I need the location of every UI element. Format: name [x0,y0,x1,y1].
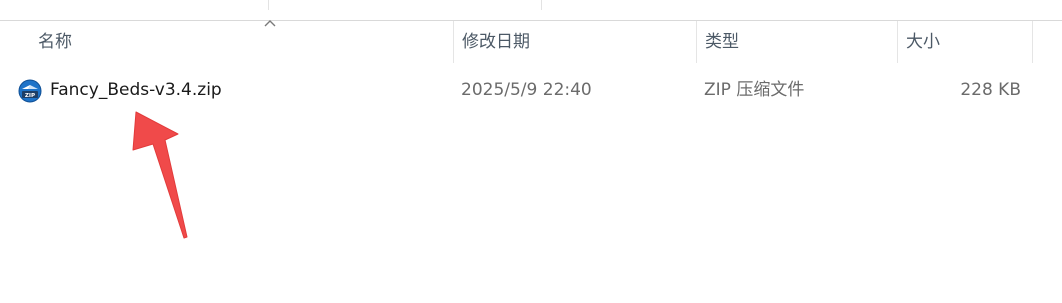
file-modified-cell: 2025/5/9 22:40 [461,80,592,100]
column-header-name-label: 名称 [38,32,72,52]
column-divider[interactable] [1032,21,1033,63]
sort-ascending-icon [264,20,276,27]
toolbar-divider [541,0,542,10]
toolbar-divider [268,0,269,10]
svg-text:ZIP: ZIP [25,93,35,99]
column-header-size-label: 大小 [906,32,940,52]
column-header-type[interactable]: 类型 [697,21,898,63]
column-header-modified-label: 修改日期 [462,32,530,52]
toolbar-strip [0,0,1062,21]
column-header-name[interactable]: 名称 [30,20,454,63]
column-header-bar: 名称 修改日期 类型 大小 [0,20,1062,63]
zip-archive-icon: ZIP [18,79,42,103]
column-header-type-label: 类型 [705,32,739,52]
file-name-label: Fancy_Beds-v3.4.zip [50,80,222,100]
file-explorer-view: 名称 修改日期 类型 大小 ZIP Fancy_Beds-v3.4.zip 20… [0,0,1062,303]
file-size-cell: 228 KB [960,80,1021,100]
file-type-cell: ZIP 压缩文件 [704,80,805,100]
file-row[interactable]: ZIP Fancy_Beds-v3.4.zip 2025/5/9 22:40 Z… [0,71,1062,109]
column-header-modified[interactable]: 修改日期 [454,21,697,63]
column-header-size[interactable]: 大小 [898,21,1033,63]
